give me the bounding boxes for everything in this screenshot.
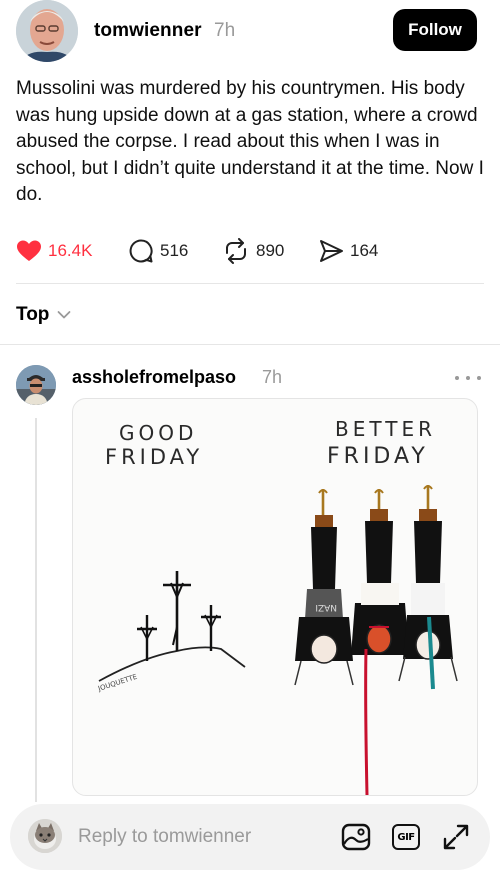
reply-timestamp: 7h [262,367,283,387]
divider [16,283,484,284]
current-user-avatar [28,819,62,853]
sort-dropdown[interactable]: Top [16,302,71,328]
reply-author-username[interactable]: assholefromelpaso [72,367,236,388]
author-avatar[interactable] [16,0,78,62]
image-icon[interactable] [340,821,372,853]
gif-icon[interactable]: GIF [390,821,422,853]
svg-text:NAZI: NAZI [315,602,337,612]
repost-icon [226,238,246,264]
follow-button[interactable]: Follow [393,9,477,51]
more-options-icon[interactable] [455,368,481,388]
repost-button[interactable]: 890 [222,236,284,266]
share-count: 164 [350,241,379,260]
post-text: Mussolini was murdered by his countrymen… [16,78,484,205]
artist-signature: JOUQUETTE [96,673,138,693]
thread-line [35,418,37,802]
cartoon-title-left-line1: GOOD [119,421,198,445]
cartoon-title-right-line1: BETTER [335,417,436,441]
reply-author-avatar[interactable] [16,365,56,405]
cartoon-title-right-line2: FRIDAY [327,444,429,469]
comment-button[interactable]: 516 [128,236,188,266]
comment-count: 516 [160,241,189,260]
chevron-down-icon [58,311,71,319]
heart-icon [17,240,41,261]
gif-label: GIF [392,824,420,850]
expand-icon[interactable] [440,821,472,853]
sort-label: Top [16,304,50,325]
repost-count: 890 [256,241,285,260]
divider [0,344,500,345]
author-username[interactable]: tomwienner [94,20,202,42]
send-icon [320,240,343,262]
like-button[interactable]: 16.4K [16,236,92,266]
share-button[interactable]: 164 [318,236,378,266]
post-header: tomwienner 7h Follow [0,0,500,62]
reply-image[interactable]: NAZI JOUQUETTE GOOD FRIDAY BETTER FRIDAY [72,398,478,796]
cartoon-title-left-line2: FRIDAY [105,445,204,469]
post-actions: 16.4K 516 890 164 [16,236,486,266]
comment-icon [129,239,153,263]
like-count: 16.4K [48,241,93,260]
post-timestamp: 7h [214,20,236,41]
reply-composer: GIF [10,804,490,870]
reply-input[interactable] [78,824,318,850]
